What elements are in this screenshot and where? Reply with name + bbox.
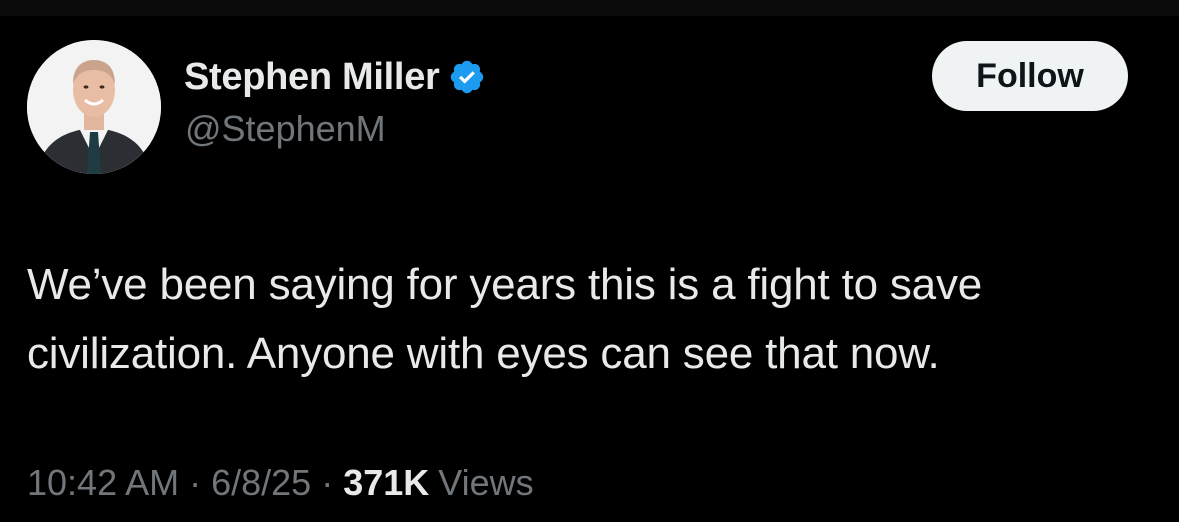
tweet-text-line: civilization. Anyone with eyes can see t…: [27, 329, 940, 378]
profile-photo: [27, 40, 161, 174]
top-edge-strip: [0, 0, 1179, 16]
author-display-name[interactable]: Stephen Miller: [184, 56, 440, 99]
tweet-text-line: We’ve been saying for years this is a fi…: [27, 260, 983, 309]
meta-separator: ·: [321, 462, 334, 503]
author-handle[interactable]: @StephenM: [185, 108, 386, 150]
views-count[interactable]: 371K: [343, 462, 429, 504]
tweet-text: We’ve been saying for years this is a fi…: [27, 250, 1167, 388]
views-label[interactable]: Views: [438, 462, 533, 504]
meta-separator: ·: [189, 462, 202, 503]
avatar[interactable]: [27, 40, 161, 174]
verified-badge-icon[interactable]: [448, 58, 486, 96]
tweet-time[interactable]: 10:42 AM: [27, 462, 179, 504]
tweet-meta: 10:42 AM · 6/8/25 · 371K Views: [27, 462, 534, 504]
follow-button[interactable]: Follow: [932, 41, 1128, 111]
author-name-row: Stephen Miller: [184, 54, 486, 100]
tweet-date[interactable]: 6/8/25: [211, 462, 311, 504]
